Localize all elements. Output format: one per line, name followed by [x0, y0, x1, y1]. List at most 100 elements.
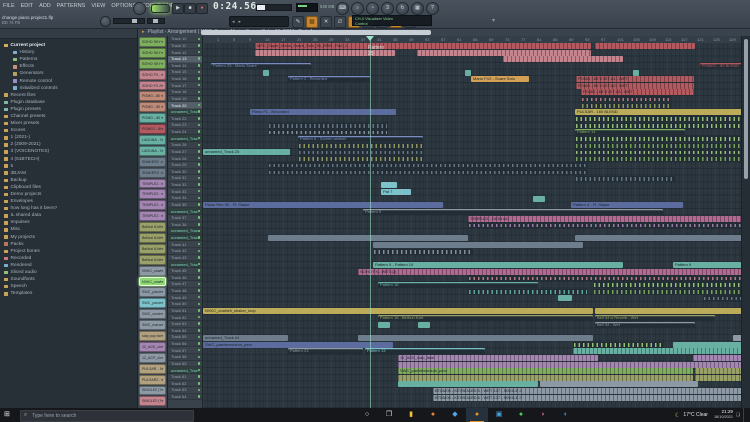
track-enable-led-icon[interactable]: [198, 395, 201, 398]
clip[interactable]: [695, 368, 741, 374]
clip[interactable]: [268, 235, 468, 241]
clip[interactable]: BTDM05 - KEYBOARD 5 - WET 127 - SINGLE 2: [433, 388, 741, 394]
browser-item[interactable]: Project bones: [0, 248, 137, 255]
browser-item[interactable]: Clipboard files: [0, 184, 137, 191]
wait-input-icon[interactable]: ◔: [366, 2, 379, 15]
track-enable-led-icon[interactable]: [198, 38, 201, 41]
clip-source-button[interactable]: POMG - 80 V GIT A3 ▾: [139, 113, 166, 123]
track-header[interactable]: Track 18: [168, 89, 202, 96]
track-enable-led-icon[interactable]: [198, 236, 201, 239]
show-desktop-button[interactable]: [743, 408, 746, 422]
pattern-song-switch[interactable]: [151, 4, 170, 13]
clip[interactable]: Piano Rec 30 - FL Slayer: [203, 202, 443, 208]
clip[interactable]: [593, 289, 741, 295]
browser-item[interactable]: Generators: [0, 70, 137, 77]
playlist-grid[interactable]: 1591317212529333741454953576165697377818…: [203, 36, 741, 408]
clip[interactable]: [418, 322, 430, 328]
start-button-icon[interactable]: ⊞: [4, 411, 10, 419]
clip[interactable]: [268, 169, 588, 175]
track-enable-led-icon[interactable]: [198, 289, 201, 292]
browser-item[interactable]: Scores: [0, 127, 137, 134]
track-enable-led-icon[interactable]: [198, 144, 201, 147]
clip-source-button[interactable]: LAGUNA - 33 BLK A2 ▾: [139, 146, 166, 156]
clip-source-button[interactable]: SHAKER2 - FINAL WET ▾: [139, 157, 166, 167]
browser-item[interactable]: Plugin database: [0, 99, 137, 106]
track-enable-led-icon[interactable]: [198, 369, 201, 372]
track-enable-led-icon[interactable]: [198, 104, 201, 107]
clip[interactable]: [468, 275, 741, 281]
track-header[interactable]: Track 53: [168, 321, 202, 328]
browser-item[interactable]: Plugin presets: [0, 106, 137, 113]
track-enable-led-icon[interactable]: [198, 375, 201, 378]
track-header[interactable]: Track 50: [168, 301, 202, 308]
clip-source-button[interactable]: SOHO SKYS - WET ▾: [139, 37, 166, 47]
clip[interactable]: SWC_pandemonium_perc: [203, 342, 393, 348]
clip-source-button[interactable]: TEMPLE2 - 24GB wC 2 ▾: [139, 189, 166, 199]
track-header[interactable]: Track 24: [168, 129, 202, 136]
clip[interactable]: [581, 96, 671, 102]
track-enable-led-icon[interactable]: [198, 250, 201, 253]
clip[interactable]: [298, 143, 423, 149]
chevron-down-icon[interactable]: ▾: [161, 94, 163, 98]
clip-source-button[interactable]: Bellizzi 8-bit 1 - Fu ▾: [139, 233, 166, 243]
browser-item[interactable]: Misc: [0, 226, 137, 233]
chevron-down-icon[interactable]: ▾: [161, 269, 163, 273]
track-enable-led-icon[interactable]: [198, 150, 201, 153]
clip[interactable]: MPC_Super_Mario_Snare_Solo_90_BPM - Part…: [255, 43, 591, 49]
track-header[interactable]: Track 28: [168, 155, 202, 162]
clip[interactable]: [558, 295, 572, 301]
clip-source-button[interactable]: SINGLE2 (76) ▾: [139, 386, 166, 396]
clip[interactable]: Pattern 13: [365, 348, 485, 354]
track-header[interactable]: unnamed_Track 21: [168, 109, 202, 116]
track-enable-led-icon[interactable]: [198, 183, 201, 186]
master-volume-slider[interactable]: [113, 18, 145, 24]
mute-tool-icon[interactable]: ∅: [334, 16, 346, 28]
track-header[interactable]: Track 52: [168, 314, 202, 321]
track-header[interactable]: Track 12: [168, 49, 202, 56]
track-header[interactable]: Track 27: [168, 149, 202, 156]
clip[interactable]: Pattern 9: [673, 262, 741, 268]
track-header[interactable]: unnamed_Track 39: [168, 228, 202, 235]
clip[interactable]: unnamed_Track 25: [203, 149, 290, 155]
pattern-selector[interactable]: ◂ Pattern 25 ▸: [229, 16, 289, 27]
clip[interactable]: Bell 34 - Wet: [595, 322, 695, 328]
clip[interactable]: Pattern 14: [575, 129, 685, 135]
clip-source-button[interactable]: NVKC_cowbell_shak ▾: [139, 277, 166, 287]
track-header[interactable]: Track 51: [168, 308, 202, 315]
fl-studio-icon[interactable]: ●: [466, 408, 488, 422]
file-explorer-icon[interactable]: ▮: [400, 408, 422, 422]
clip[interactable]: Bell 34 w Reverb - Wet: [595, 315, 715, 321]
chevron-down-icon[interactable]: ▾: [161, 225, 163, 229]
clip[interactable]: [465, 70, 471, 76]
browser-item[interactable]: IL shared data: [0, 212, 137, 219]
track-enable-led-icon[interactable]: [198, 329, 201, 332]
vertical-scrollbar-thumb[interactable]: [744, 39, 748, 179]
clip[interactable]: [268, 162, 588, 168]
paint-tool-icon[interactable]: ▨: [306, 16, 318, 28]
clip[interactable]: BTDM06 - KEYBOARD 6 - WET 127 - SINGLE 2: [433, 395, 741, 401]
track-enable-led-icon[interactable]: [198, 349, 201, 352]
menu-item[interactable]: EDIT: [21, 3, 34, 9]
clip[interactable]: [358, 335, 593, 341]
playlist-menu-icon[interactable]: ▸: [142, 29, 145, 35]
clip[interactable]: [398, 362, 741, 368]
track-header[interactable]: Track 64: [168, 394, 202, 401]
track-header[interactable]: Track 19: [168, 96, 202, 103]
track-enable-led-icon[interactable]: [198, 163, 201, 166]
browser-item[interactable]: Rendered: [0, 262, 137, 269]
clip[interactable]: [581, 103, 671, 109]
clip[interactable]: [468, 289, 588, 295]
track-header[interactable]: Track 62: [168, 381, 202, 388]
browser-item[interactable]: 3 (VOICENOTES): [0, 148, 137, 155]
track-enable-led-icon[interactable]: [198, 216, 201, 219]
track-enable-led-icon[interactable]: [198, 137, 201, 140]
horizontal-scrollbar[interactable]: [201, 30, 431, 35]
clip[interactable]: Piano FL - Recorded: [250, 109, 396, 115]
browser-item[interactable]: Remote control: [0, 77, 137, 84]
track-header[interactable]: Track 59: [168, 361, 202, 368]
chevron-down-icon[interactable]: ▾: [161, 73, 163, 77]
track-enable-led-icon[interactable]: [198, 210, 201, 213]
weather-widget[interactable]: 17°C Clear: [683, 412, 708, 418]
clip-source-button[interactable]: 12_ACE_clap_fake ▾: [139, 342, 166, 352]
clip[interactable]: SOHO FX - WET (2): [358, 269, 741, 275]
